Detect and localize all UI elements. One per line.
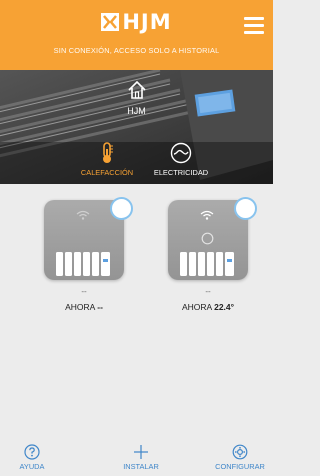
hamburger-menu-icon[interactable] — [244, 17, 264, 34]
logo-text: HJM — [122, 10, 172, 34]
help-icon — [24, 444, 40, 460]
device-toggle[interactable] — [234, 197, 257, 220]
devices-grid: -- AHORA -- -- AHORA 22.4° — [0, 184, 273, 436]
device-card[interactable]: -- AHORA -- — [44, 197, 133, 312]
category-tabs: CALEFACCIÓN ELECTRICIDAD — [0, 142, 273, 184]
plus-icon — [134, 445, 148, 459]
nav-configurar-label: CONFIGURAR — [215, 462, 265, 471]
app-logo: HJM — [0, 10, 273, 34]
device-dash: -- — [81, 287, 87, 296]
home-name: HJM — [127, 106, 146, 116]
nav-ayuda[interactable]: AYUDA — [0, 444, 67, 471]
radiator-icon — [180, 252, 234, 276]
nav-instalar-label: INSTALAR — [123, 462, 159, 471]
wifi-icon — [200, 210, 214, 220]
device-dash: -- — [205, 287, 211, 296]
reading-label: AHORA — [65, 302, 95, 312]
tab-electricidad-label: ELECTRICIDAD — [153, 168, 209, 177]
device-tile[interactable] — [168, 197, 257, 280]
wifi-icon — [76, 210, 90, 220]
thermometer-icon — [103, 142, 113, 163]
device-tile[interactable] — [44, 197, 133, 280]
device-card[interactable]: -- AHORA 22.4° — [168, 197, 257, 312]
energy-meter-icon — [170, 142, 192, 164]
tab-calefaccion-label: CALEFACCIÓN — [80, 168, 134, 177]
nav-instalar[interactable]: INSTALAR — [106, 444, 176, 471]
home-selector[interactable]: HJM — [0, 80, 273, 116]
reading-label: AHORA — [181, 302, 212, 312]
logo-mark-icon — [101, 13, 120, 31]
device-reading: AHORA 22.4° — [168, 302, 248, 312]
reading-value: -- — [97, 302, 103, 312]
nav-ayuda-label: AYUDA — [19, 462, 45, 471]
connection-status: SIN CONEXIÓN, ACCESO SOLO A HISTORIAL — [53, 46, 220, 55]
app-header: HJM SIN CONEXIÓN, ACCESO SOLO A HISTORIA… — [0, 0, 273, 70]
tab-electricidad[interactable]: ELECTRICIDAD — [141, 142, 221, 177]
reading-value: 22.4° — [214, 302, 235, 312]
home-icon — [127, 80, 146, 99]
tab-calefaccion[interactable]: CALEFACCIÓN — [67, 142, 147, 177]
bottom-navigation: AYUDA INSTALAR CONFIGURAR — [0, 436, 273, 476]
power-icon — [201, 232, 214, 245]
settings-icon — [232, 444, 248, 460]
radiator-icon — [56, 252, 110, 276]
device-reading: AHORA -- — [44, 302, 124, 312]
device-toggle[interactable] — [110, 197, 133, 220]
nav-configurar[interactable]: CONFIGURAR — [205, 444, 275, 471]
